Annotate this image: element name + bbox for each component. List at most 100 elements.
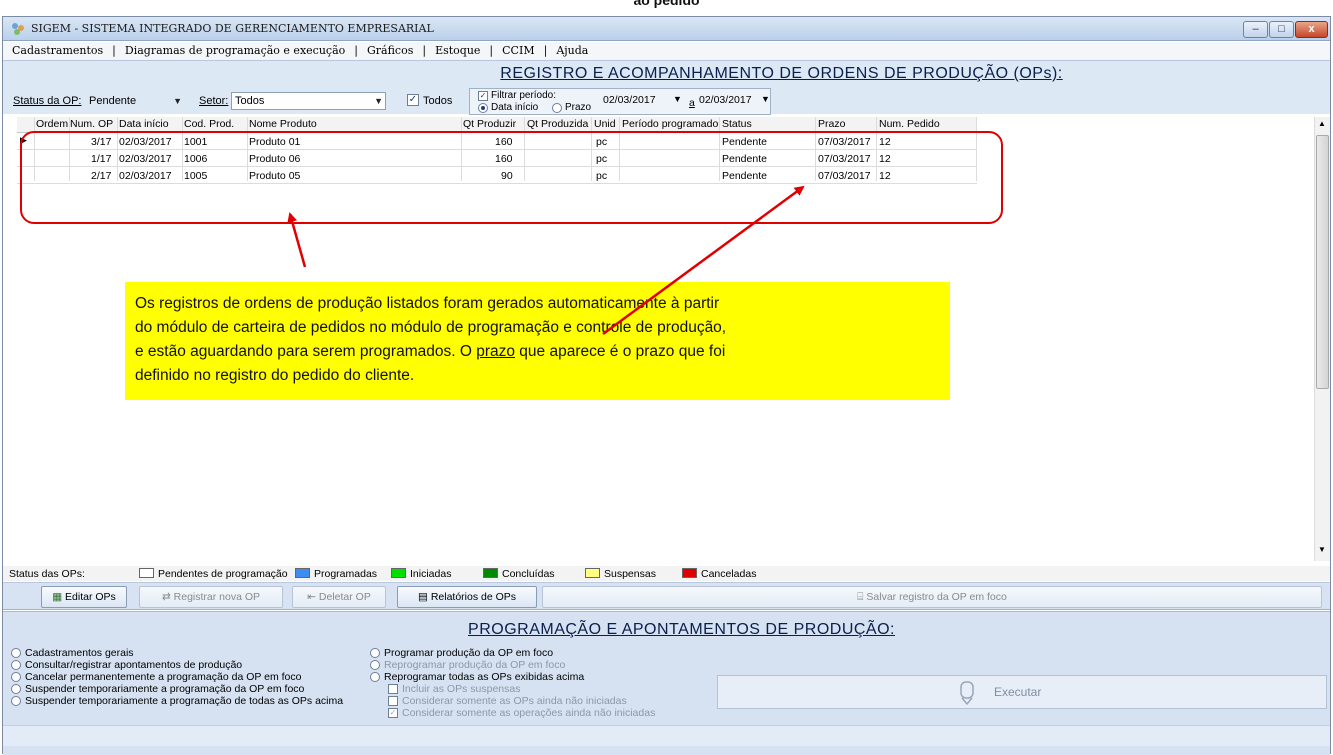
radio-icon[interactable] (370, 672, 380, 682)
status-label: Status da OP: (13, 95, 82, 107)
period-filter-box: ✓ Filtrar período: Data início Prazo 02/… (469, 88, 771, 115)
col-num-op[interactable]: Num. OP (70, 118, 113, 130)
annotation-line-3: e estão aguardando para serem programado… (135, 340, 940, 364)
execute-icon (960, 681, 974, 706)
deletar-op-button[interactable]: ⇤ Deletar OP (292, 586, 386, 608)
legend-pendentes: Pendentes de programação (158, 568, 288, 580)
op-toolbar: ▦ Editar OPs ⇄ Registrar nova OP ⇤ Delet… (3, 582, 1330, 610)
chevron-down-icon: ▼ (374, 96, 383, 106)
col-num-pedido[interactable]: Num. Pedido (879, 118, 940, 130)
checkbox-icon[interactable] (388, 684, 398, 694)
col-data-inicio[interactable]: Data início (119, 118, 169, 130)
date-from-value: 02/03/2017 (603, 94, 656, 106)
annotation-line-2: do módulo de carteira de pedidos no módu… (135, 319, 727, 336)
annotation-line-4: definido no registro do pedido do client… (135, 367, 415, 384)
radio-icon[interactable] (11, 660, 21, 670)
radio-data-inicio-label: Data início (491, 102, 539, 113)
radio-icon[interactable] (370, 660, 380, 670)
col-qt-produzida[interactable]: Qt Produzida (527, 118, 588, 130)
checkbox-icon[interactable] (388, 696, 398, 706)
registrar-op-button[interactable]: ⇄ Registrar nova OP (139, 586, 283, 608)
col-periodo[interactable]: Período programado (622, 118, 718, 130)
radio-prazo[interactable] (552, 103, 562, 113)
relatorios-ops-label: Relatórios de OPs (430, 591, 517, 603)
col-ordem[interactable]: Ordem (36, 118, 68, 130)
app-logo-icon (12, 23, 24, 35)
legend-swatch-pendentes (139, 568, 154, 578)
col-cod-prod[interactable]: Cod. Prod. (184, 118, 234, 130)
relatorios-ops-button[interactable]: ▤ Relatórios de OPs (397, 586, 537, 608)
date-from-picker[interactable]: 02/03/2017 ▼ (603, 94, 682, 110)
menu-bar: Cadastramentos | Diagramas de programação … (3, 42, 1330, 60)
report-icon: ▤ (417, 591, 428, 603)
scrollbar-thumb[interactable] (1316, 135, 1329, 389)
radio-icon[interactable] (11, 684, 21, 694)
radio-icon[interactable] (370, 648, 380, 658)
menu-ccim[interactable]: CCIM (499, 42, 537, 59)
legend-swatch-concluidas (483, 568, 498, 578)
status-legend: Status das OPs: Pendentes de programação… (3, 566, 1330, 581)
close-button[interactable]: x (1295, 21, 1328, 38)
date-to-value: 02/03/2017 (699, 94, 752, 106)
radio-icon[interactable] (11, 648, 21, 658)
radio-icon[interactable] (11, 672, 21, 682)
legend-suspensas: Suspensas (604, 568, 656, 580)
menu-separator: | (543, 44, 548, 57)
col-qt-produzir[interactable]: Qt Produzir (463, 118, 516, 130)
filtrar-periodo-checkbox[interactable]: ✓ (478, 91, 488, 101)
todos-checkbox[interactable]: ✓ (407, 94, 419, 106)
chevron-down-icon: ▼ (673, 94, 682, 104)
date-separator: a (689, 97, 695, 109)
annotation-line-3-post: que aparece é o prazo que foi (515, 343, 726, 360)
legend-swatch-suspensas (585, 568, 600, 578)
setor-label: Setor: (199, 95, 229, 107)
maximize-button[interactable]: □ (1269, 21, 1294, 38)
col-prazo[interactable]: Prazo (818, 118, 845, 130)
menu-estoque[interactable]: Estoque (432, 42, 483, 59)
legend-concluidas: Concluídas (502, 568, 555, 580)
radio-data-inicio[interactable] (478, 103, 488, 113)
option-label: Suspender temporariamente a programação … (25, 683, 305, 695)
salvar-op-label: Salvar registro da OP em foco (866, 591, 1007, 603)
status-combo[interactable]: Pendente ▼ (85, 92, 185, 110)
executar-label: Executar (994, 685, 1042, 699)
date-to-picker[interactable]: 02/03/2017 ▼ (699, 94, 770, 110)
menu-diagramas[interactable]: Diagramas de programação e execução (122, 42, 348, 59)
executar-button[interactable]: Executar (717, 675, 1327, 709)
chevron-down-icon: ▼ (173, 96, 182, 106)
menu-ajuda[interactable]: Ajuda (553, 42, 591, 59)
radio-icon[interactable] (11, 696, 21, 706)
delete-row-icon: ⇤ (307, 591, 316, 603)
menu-cadastramentos[interactable]: Cadastramentos (9, 42, 106, 59)
status-combo-value: Pendente (89, 95, 137, 107)
option-label: Considerar somente as OPs ainda não inic… (402, 695, 627, 707)
option-label: Reprogramar todas as OPs exibidas acima (384, 671, 585, 683)
section-title-registro: REGISTRO E ACOMPANHAMENTO DE ORDENS DE P… (500, 65, 1063, 82)
col-nome-produto[interactable]: Nome Produto (249, 118, 317, 130)
annotation-note: Os registros de ordens de produção lista… (125, 282, 950, 400)
col-status[interactable]: Status (722, 118, 752, 130)
editar-ops-label: Editar OPs (65, 591, 116, 603)
window-title: SIGEM - SISTEMA INTEGRADO DE GERENCIAMEN… (31, 22, 434, 35)
setor-combo[interactable]: Todos ▼ (231, 92, 386, 110)
col-unid[interactable]: Unid (594, 118, 616, 130)
scroll-down-icon[interactable]: ▼ (1318, 545, 1326, 554)
filter-panel: REGISTRO E ACOMPANHAMENTO DE ORDENS DE P… (3, 60, 1330, 115)
status-strip (3, 725, 1330, 746)
grid-scrollbar[interactable]: ▲ ▼ (1314, 117, 1330, 561)
menu-graficos[interactable]: Gráficos (364, 42, 416, 59)
registrar-op-label: Registrar nova OP (173, 591, 261, 603)
scroll-up-icon[interactable]: ▲ (1318, 119, 1326, 128)
chevron-down-icon: ▼ (761, 94, 770, 104)
option-label: Reprogramar produção da OP em foco (384, 659, 566, 671)
checkbox-icon[interactable]: ✓ (388, 708, 398, 718)
option-label: Consultar/registrar apontamentos de prod… (25, 659, 243, 671)
option-label: Suspender temporariamente a programação … (25, 695, 344, 707)
radio-prazo-label: Prazo (565, 102, 592, 113)
legend-iniciadas: Iniciadas (410, 568, 452, 580)
minimize-button[interactable]: – (1243, 21, 1268, 38)
salvar-op-button[interactable]: ⌸ Salvar registro da OP em foco (542, 586, 1322, 608)
option-label: Cancelar permanentemente a programação d… (25, 671, 302, 683)
legend-programadas: Programadas (314, 568, 378, 580)
editar-ops-button[interactable]: ▦ Editar OPs (41, 586, 127, 608)
